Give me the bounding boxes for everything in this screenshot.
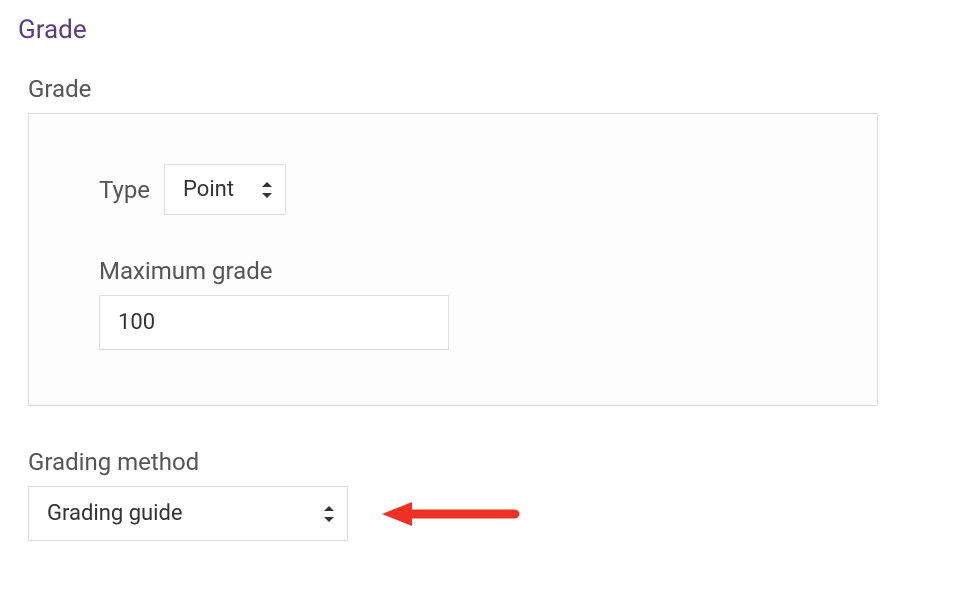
grade-fieldset: Type Point Maximum grade bbox=[28, 113, 878, 406]
max-grade-label: Maximum grade bbox=[99, 257, 807, 285]
arrow-annotation bbox=[380, 494, 520, 534]
type-label: Type bbox=[99, 176, 150, 204]
type-row: Type Point bbox=[99, 164, 807, 215]
settings-block: Grade Type Point Maximum grade Grading m… bbox=[28, 75, 935, 541]
grading-method-row: Grading guide bbox=[28, 486, 935, 541]
section-heading: Grade bbox=[18, 15, 935, 45]
max-grade-input[interactable] bbox=[99, 295, 449, 350]
max-grade-group: Maximum grade bbox=[99, 257, 807, 350]
type-select[interactable]: Point bbox=[164, 164, 286, 215]
grade-label: Grade bbox=[28, 75, 935, 103]
grading-method-label: Grading method bbox=[28, 448, 935, 476]
grading-method-select[interactable]: Grading guide bbox=[28, 486, 348, 541]
